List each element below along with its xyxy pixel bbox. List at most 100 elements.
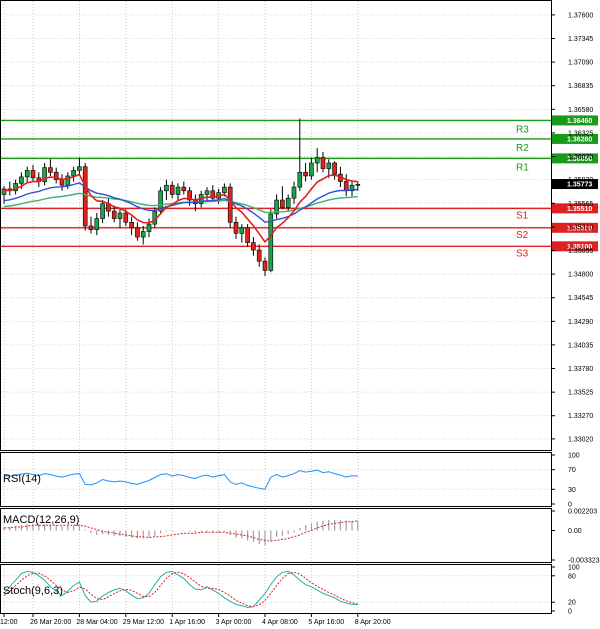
- candle-bear: [135, 227, 140, 238]
- candle-bull: [100, 203, 105, 219]
- candle-bear: [48, 167, 53, 173]
- candle-bull: [297, 171, 303, 188]
- candle-bear: [303, 171, 308, 177]
- candle-bear: [320, 157, 326, 169]
- candle-bull: [326, 162, 332, 169]
- macd-title: MACD(12,26,9): [3, 514, 79, 526]
- stoch-tick-label: 80: [568, 573, 576, 580]
- stoch-tick-label: 20: [568, 600, 576, 607]
- candle-bull: [204, 190, 210, 195]
- price-tick-label: 1.36070: [568, 154, 593, 161]
- candle-bear: [169, 184, 175, 195]
- candle-bear: [233, 221, 239, 234]
- price-tick-label: 1.34035: [568, 342, 593, 349]
- macd-tick-label: 0.002203: [568, 509, 597, 516]
- macd-tick-label: -0.003323: [568, 558, 600, 565]
- rsi-pane-frame: [0, 452, 552, 507]
- time-tick-label: 29 Mar 12:00: [123, 619, 164, 626]
- grid-lines: [1, 1, 551, 613]
- current-price-label: 1.35773: [567, 182, 592, 189]
- price-tick-label: 1.34290: [568, 319, 593, 326]
- candle-bull: [94, 218, 100, 230]
- price-tick-label: 1.33525: [568, 390, 593, 397]
- level-name-s3: S3: [516, 248, 529, 259]
- candle-bull: [146, 223, 152, 232]
- time-tick-label: 3 Apr 00:00: [216, 619, 252, 626]
- price-tick-label: 1.37345: [568, 36, 593, 43]
- time-tick-label: 28 Mar 04:00: [76, 619, 117, 626]
- price-tick-label: 1.37600: [568, 12, 593, 19]
- rsi-title: RSI(14): [3, 473, 41, 485]
- macd-tick-label: 0.00: [568, 528, 582, 535]
- candle-bear: [251, 242, 256, 251]
- time-tick-label: 8 Apr 20:00: [355, 619, 391, 626]
- level-name-r1: R1: [516, 162, 529, 173]
- stoch-tick-label: 100: [568, 565, 580, 572]
- candle-bull: [285, 197, 291, 208]
- candle-bear: [280, 199, 285, 208]
- price-axis: 1.37600 1.37345 1.37090 1.36835 1.36580 1.363…: [551, 12, 600, 616]
- price-tick-label: 1.36580: [568, 107, 593, 114]
- candle-bull: [268, 213, 274, 271]
- candle-bear: [343, 181, 349, 192]
- candle-bear: [227, 186, 233, 223]
- candle-bull: [140, 231, 146, 238]
- time-axis: 12:00 26 Mar 20:00 28 Mar 04:00 29 Mar 12:0…: [0, 614, 391, 626]
- candle-bear: [59, 179, 65, 186]
- price-tick-label: 1.36835: [568, 83, 593, 90]
- candle-bull: [355, 184, 361, 186]
- candle-bull: [117, 212, 123, 219]
- level-price-label: 1.36460: [567, 118, 592, 125]
- time-tick-label: 12:00: [0, 619, 18, 626]
- candle-bull: [314, 157, 320, 164]
- candle-bear: [256, 249, 262, 262]
- candle-bear: [332, 162, 337, 175]
- candle-bear: [129, 221, 134, 229]
- price-tick-label: 1.33780: [568, 366, 593, 373]
- candle-bull: [77, 166, 82, 171]
- price-tick-label: 1.35055: [568, 248, 593, 255]
- candle-bear: [181, 186, 187, 192]
- time-tick-label: 1 Apr 16:00: [169, 619, 205, 626]
- time-tick-label: 4 Apr 08:00: [262, 619, 298, 626]
- candle-bear: [88, 225, 94, 230]
- candle-bull: [24, 170, 30, 178]
- candle-bull: [309, 162, 314, 177]
- level-name-r2: R2: [516, 143, 529, 154]
- candle-bull: [175, 186, 181, 195]
- price-tick-label: 1.37090: [568, 60, 593, 67]
- level-name-s1: S1: [516, 210, 529, 221]
- candle-bear: [262, 260, 268, 271]
- candle-bull: [291, 186, 297, 199]
- rsi-tick-label: 70: [568, 467, 576, 474]
- price-tick-label: 1.33020: [568, 436, 593, 443]
- price-tick-label: 1.36325: [568, 130, 593, 137]
- candle-bull: [222, 186, 227, 193]
- rsi-line: [3, 469, 358, 490]
- rsi-tick-label: 30: [568, 487, 576, 494]
- price-tick-label: 1.33270: [568, 413, 593, 420]
- candle-bear: [111, 210, 117, 219]
- stoch-pane-frame: [0, 564, 552, 614]
- candle-bull: [164, 184, 169, 192]
- level-price-label: 1.36260: [567, 136, 592, 143]
- price-tick-label: 1.34800: [568, 272, 593, 279]
- level-name-s2: S2: [516, 230, 529, 241]
- price-tick-label: 1.35565: [568, 201, 593, 208]
- candle-bear: [245, 227, 250, 243]
- rsi-tick-label: 100: [568, 453, 580, 460]
- candle-bear: [82, 166, 88, 227]
- rsi-tick-label: 0: [568, 502, 572, 509]
- candle-bull: [239, 227, 245, 234]
- time-tick-label: 26 Mar 20:00: [30, 619, 71, 626]
- forex-chart: R31.36460R21.36260R11.36050S11.35510S21.…: [0, 0, 600, 626]
- stoch-tick-label: 0: [568, 609, 572, 616]
- price-tick-label: 1.35310: [568, 224, 593, 231]
- candle-bull: [71, 170, 76, 177]
- ma-blue-line: [3, 182, 358, 223]
- candle-bear: [123, 212, 129, 223]
- level-name-r3: R3: [516, 124, 529, 135]
- stoch-title: Stoch(9,6,3): [3, 585, 63, 597]
- candle-bull: [19, 176, 24, 184]
- price-tick-label: 1.34545: [568, 295, 593, 302]
